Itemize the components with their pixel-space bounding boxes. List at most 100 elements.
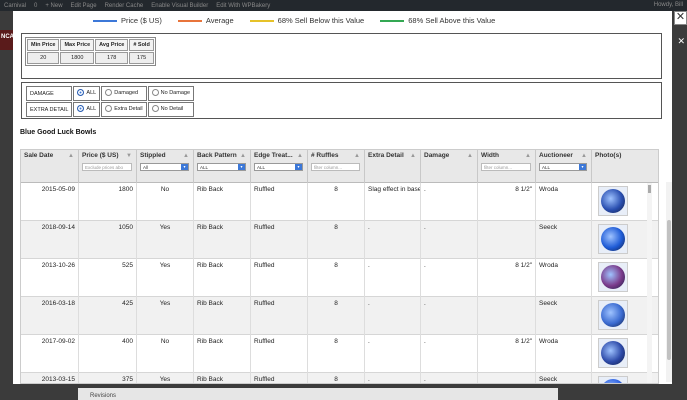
filter-option[interactable]: ALL bbox=[73, 102, 101, 117]
column-filter-select[interactable]: ALL ▾ bbox=[539, 163, 587, 171]
sort-icon[interactable]: ▲ bbox=[240, 153, 246, 159]
filter-option[interactable]: No Damage bbox=[147, 86, 195, 101]
sort-icon[interactable]: ▼ bbox=[126, 153, 132, 159]
chevron-down-icon[interactable]: ▾ bbox=[181, 164, 188, 170]
column-filter-input[interactable]: filter column... bbox=[311, 163, 360, 171]
table-cell-price: 375 bbox=[79, 373, 137, 383]
filter-option[interactable]: Extra Detail bbox=[101, 102, 147, 117]
photo-thumbnail[interactable] bbox=[598, 262, 628, 292]
filter-radio[interactable]: ALL bbox=[77, 89, 96, 96]
grid-scrollbar[interactable] bbox=[647, 183, 652, 383]
sort-icon[interactable]: ▲ bbox=[183, 153, 189, 159]
table-cell-damage: . bbox=[421, 221, 478, 259]
adminbar-item[interactable]: Carnival bbox=[4, 3, 26, 9]
column-filter-input[interactable]: filter column... bbox=[481, 163, 531, 171]
column-filter-input[interactable]: Exclude prices abo bbox=[82, 163, 132, 171]
table-cell-damage: . bbox=[421, 373, 478, 383]
photo-thumbnail[interactable] bbox=[598, 186, 628, 216]
photo-thumbnail[interactable] bbox=[598, 300, 628, 330]
adminbar-item[interactable]: Enable Visual Builder bbox=[151, 3, 208, 9]
table-row[interactable]: 2018-09-14 1050 Yes Rib Back Ruffled 8.. Seeck bbox=[21, 221, 658, 259]
sort-icon[interactable]: ▲ bbox=[354, 153, 360, 159]
adminbar-item[interactable]: Render Cache bbox=[105, 3, 144, 9]
table-cell-date: 2013-03-15 bbox=[21, 373, 79, 383]
table-cell-stippled: No bbox=[137, 183, 194, 221]
column-header[interactable]: # Ruffles ▲ filter column... bbox=[308, 150, 365, 183]
sort-icon[interactable]: ▲ bbox=[581, 153, 587, 159]
sort-icon[interactable]: ▲ bbox=[467, 153, 473, 159]
background-close-icon: ✕ bbox=[677, 36, 685, 46]
radio-dot[interactable] bbox=[77, 105, 85, 112]
table-row[interactable]: 2013-10-26 525 Yes Rib Back Ruffled 8.. 8 1/2"… bbox=[21, 259, 658, 297]
modal-scroll-thumb[interactable] bbox=[667, 220, 671, 360]
column-label: Photo(s) bbox=[595, 152, 622, 159]
radio-dot[interactable] bbox=[151, 89, 159, 96]
filter-radio[interactable]: Extra Detail bbox=[105, 105, 143, 112]
radio-dot[interactable] bbox=[77, 89, 85, 96]
filter-option[interactable]: No Detail bbox=[147, 102, 195, 117]
table-row[interactable]: 2015-05-09 1800 No Rib Back Ruffled 8 Slag eff… bbox=[21, 183, 658, 221]
column-filter-select[interactable]: ALL ▾ bbox=[197, 163, 246, 171]
sort-icon[interactable]: ▲ bbox=[297, 153, 303, 159]
legend-swatch bbox=[380, 19, 405, 22]
table-cell-edge: Ruffled bbox=[251, 221, 308, 259]
column-header[interactable]: Extra Detail ▲ bbox=[365, 150, 421, 183]
adminbar-item[interactable]: Edit Page bbox=[71, 3, 97, 9]
sort-icon[interactable]: ▲ bbox=[525, 153, 531, 159]
table-row[interactable]: 2017-09-02 400 No Rib Back Ruffled 8.. 8 1/2" W… bbox=[21, 335, 658, 373]
filter-option[interactable]: Damaged bbox=[101, 86, 147, 101]
column-header[interactable]: Edge Treat... ▲ ALL ▾ bbox=[251, 150, 308, 183]
table-cell-date: 2016-03-18 bbox=[21, 297, 79, 335]
filter-radio[interactable]: ALL bbox=[77, 105, 96, 112]
column-header[interactable]: Damage ▲ bbox=[421, 150, 478, 183]
filter-radio[interactable]: Damaged bbox=[105, 89, 138, 96]
legend-label: Price ($ US) bbox=[121, 16, 162, 25]
filter-radio[interactable]: No Damage bbox=[151, 89, 190, 96]
results-grid: Sale Date ▲ Price ($ US) ▼ Exclude prices ab… bbox=[20, 149, 659, 384]
photo-thumbnail[interactable] bbox=[598, 224, 628, 254]
table-cell-date: 2013-10-26 bbox=[21, 259, 79, 297]
radio-dot[interactable] bbox=[105, 105, 113, 112]
column-header[interactable]: Stippled ▲ All ▾ bbox=[137, 150, 194, 183]
column-header[interactable]: Auctioneer ▲ ALL ▾ bbox=[536, 150, 592, 183]
close-modal-button[interactable]: ✕ bbox=[674, 11, 687, 25]
legend-item[interactable]: Price ($ US) bbox=[93, 16, 162, 25]
chevron-down-icon[interactable]: ▾ bbox=[579, 164, 586, 170]
table-cell-back: Rib Back bbox=[194, 183, 251, 221]
sort-icon[interactable]: ▲ bbox=[68, 153, 74, 159]
column-header[interactable]: Back Pattern ▲ ALL ▾ bbox=[194, 150, 251, 183]
column-filter-select[interactable]: ALL ▾ bbox=[254, 163, 303, 171]
table-cell-price: 1050 bbox=[79, 221, 137, 259]
table-row[interactable]: 2013-03-15 375 Yes Rib Back Ruffled 8.. Seeck bbox=[21, 373, 658, 383]
sort-icon[interactable]: ▲ bbox=[410, 153, 416, 159]
bowl-photo bbox=[601, 379, 625, 383]
radio-dot[interactable] bbox=[151, 105, 159, 112]
photo-thumbnail[interactable] bbox=[598, 338, 628, 368]
column-header[interactable]: Photo(s) bbox=[592, 150, 658, 183]
column-header[interactable]: Sale Date ▲ bbox=[21, 150, 79, 183]
filter-option[interactable]: ALL bbox=[73, 86, 101, 101]
photo-thumbnail[interactable] bbox=[598, 376, 628, 383]
adminbar-item[interactable]: + New bbox=[45, 3, 62, 9]
radio-dot[interactable] bbox=[105, 89, 113, 96]
modal-scrollbar[interactable] bbox=[666, 182, 672, 382]
legend-item[interactable]: 68% Sell Above this Value bbox=[380, 16, 495, 25]
adminbar-greeting[interactable]: Howdy, Bill bbox=[654, 2, 683, 8]
column-header[interactable]: Width ▲ filter column... bbox=[478, 150, 536, 183]
column-header[interactable]: Price ($ US) ▼ Exclude prices abo bbox=[79, 150, 137, 183]
table-cell-ruffles: 8 bbox=[308, 373, 365, 383]
column-filter-select[interactable]: All ▾ bbox=[140, 163, 189, 171]
legend-item[interactable]: 68% Sell Below this Value bbox=[249, 16, 364, 25]
adminbar-item[interactable]: Edit With WPBakery bbox=[216, 3, 270, 9]
legend-item[interactable]: Average bbox=[177, 16, 234, 25]
table-cell-auctioneer: Wroda bbox=[536, 259, 592, 297]
table-cell-ruffles: 8 bbox=[308, 335, 365, 373]
chevron-down-icon[interactable]: ▾ bbox=[295, 164, 302, 170]
adminbar-item[interactable]: 0 bbox=[34, 3, 37, 9]
stats-header: # Sold bbox=[129, 39, 154, 51]
table-cell-extra: . bbox=[365, 221, 421, 259]
grid-scroll-thumb[interactable] bbox=[648, 185, 651, 193]
chevron-down-icon[interactable]: ▾ bbox=[238, 164, 245, 170]
filter-radio[interactable]: No Detail bbox=[151, 105, 183, 112]
table-row[interactable]: 2016-03-18 425 Yes Rib Back Ruffled 8.. Seeck bbox=[21, 297, 658, 335]
